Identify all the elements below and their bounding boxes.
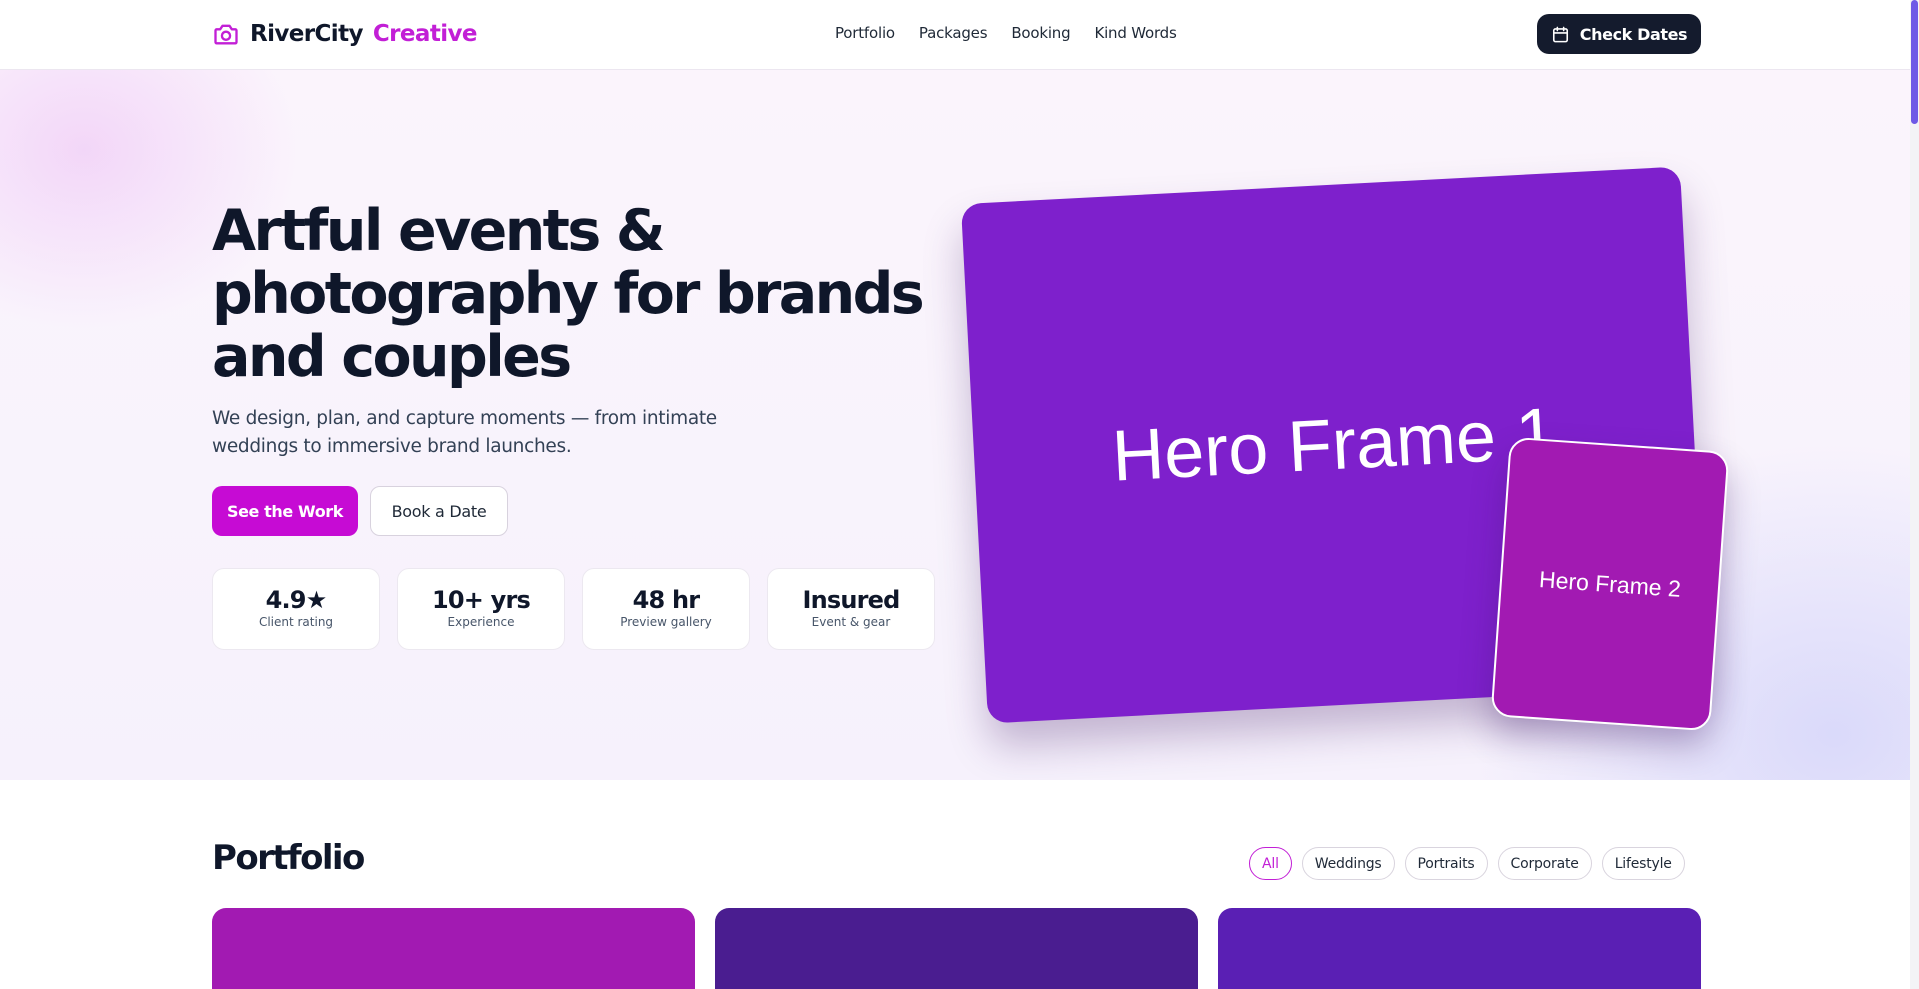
stat-label: Event & gear [811,615,891,629]
stat-label: Client rating [258,615,334,629]
brand-logo[interactable]: RiverCity Creative [212,18,478,50]
stat-card-preview: 48 hr Preview gallery [582,568,750,650]
hero-title: Artful events & photography for brands a… [212,200,952,389]
hero-frame-2: Hero Frame 2 [1490,436,1730,732]
nav-link-kind-words[interactable]: Kind Words [1094,24,1176,42]
check-dates-label: Check Dates [1579,24,1688,44]
stat-value: 48 hr [632,586,700,614]
hero-subtitle: We design, plan, and capture moments — f… [212,405,772,461]
stat-card-experience: 10+ yrs Experience [397,568,565,650]
book-a-date-button[interactable]: Book a Date [370,486,508,536]
check-dates-button[interactable]: Check Dates [1537,14,1701,54]
stat-value: Insured [802,586,900,614]
stat-label: Experience [447,615,515,629]
stat-card-rating: 4.9★ Client rating [212,568,380,650]
portfolio-filters: All Weddings Portraits Corporate Lifesty… [1249,847,1685,880]
portfolio-card[interactable] [1218,908,1701,989]
hero-section: Artful events & photography for brands a… [0,70,1910,780]
hero-subtitle-line: weddings to immersive brand launches. [212,436,572,457]
nav-link-portfolio[interactable]: Portfolio [835,24,895,42]
stat-card-insured: Insured Event & gear [767,568,935,650]
brand-name-accent: Creative [372,21,478,47]
portfolio-card[interactable] [212,908,695,989]
nav-link-packages[interactable]: Packages [919,24,988,42]
portfolio-card[interactable] [715,908,1198,989]
see-the-work-button[interactable]: See the Work [212,486,358,536]
filter-chip-portraits[interactable]: Portraits [1404,847,1488,880]
calendar-icon [1551,25,1570,44]
hero-title-line: Artful events & [212,198,666,264]
nav-link-booking[interactable]: Booking [1011,24,1070,42]
hero-subtitle-line: We design, plan, and capture moments — f… [212,408,717,429]
camera-icon [212,20,240,48]
hero-title-line: and couples [212,324,572,390]
filter-chip-corporate[interactable]: Corporate [1497,847,1592,880]
brand-name-primary: RiverCity [250,21,363,47]
filter-chip-lifestyle[interactable]: Lifestyle [1601,847,1685,880]
scrollbar-thumb[interactable] [1911,0,1918,124]
filter-chip-all[interactable]: All [1249,847,1292,880]
hero-frame-2-label: Hero Frame 2 [1538,565,1682,602]
hero-frame-1-label: Hero Frame 1 [1110,393,1558,497]
filter-chip-weddings[interactable]: Weddings [1301,847,1395,880]
hero-title-line: photography for brands [212,261,925,327]
site-header: RiverCity Creative Portfolio Packages Bo… [0,0,1910,70]
page-scrollbar[interactable] [1910,0,1919,989]
stat-value: 4.9★ [265,586,328,614]
stat-value: 10+ yrs [431,586,531,614]
main-nav: Portfolio Packages Booking Kind Words [835,24,1177,42]
portfolio-title: Portfolio [212,838,365,878]
stat-label: Preview gallery [620,615,712,629]
